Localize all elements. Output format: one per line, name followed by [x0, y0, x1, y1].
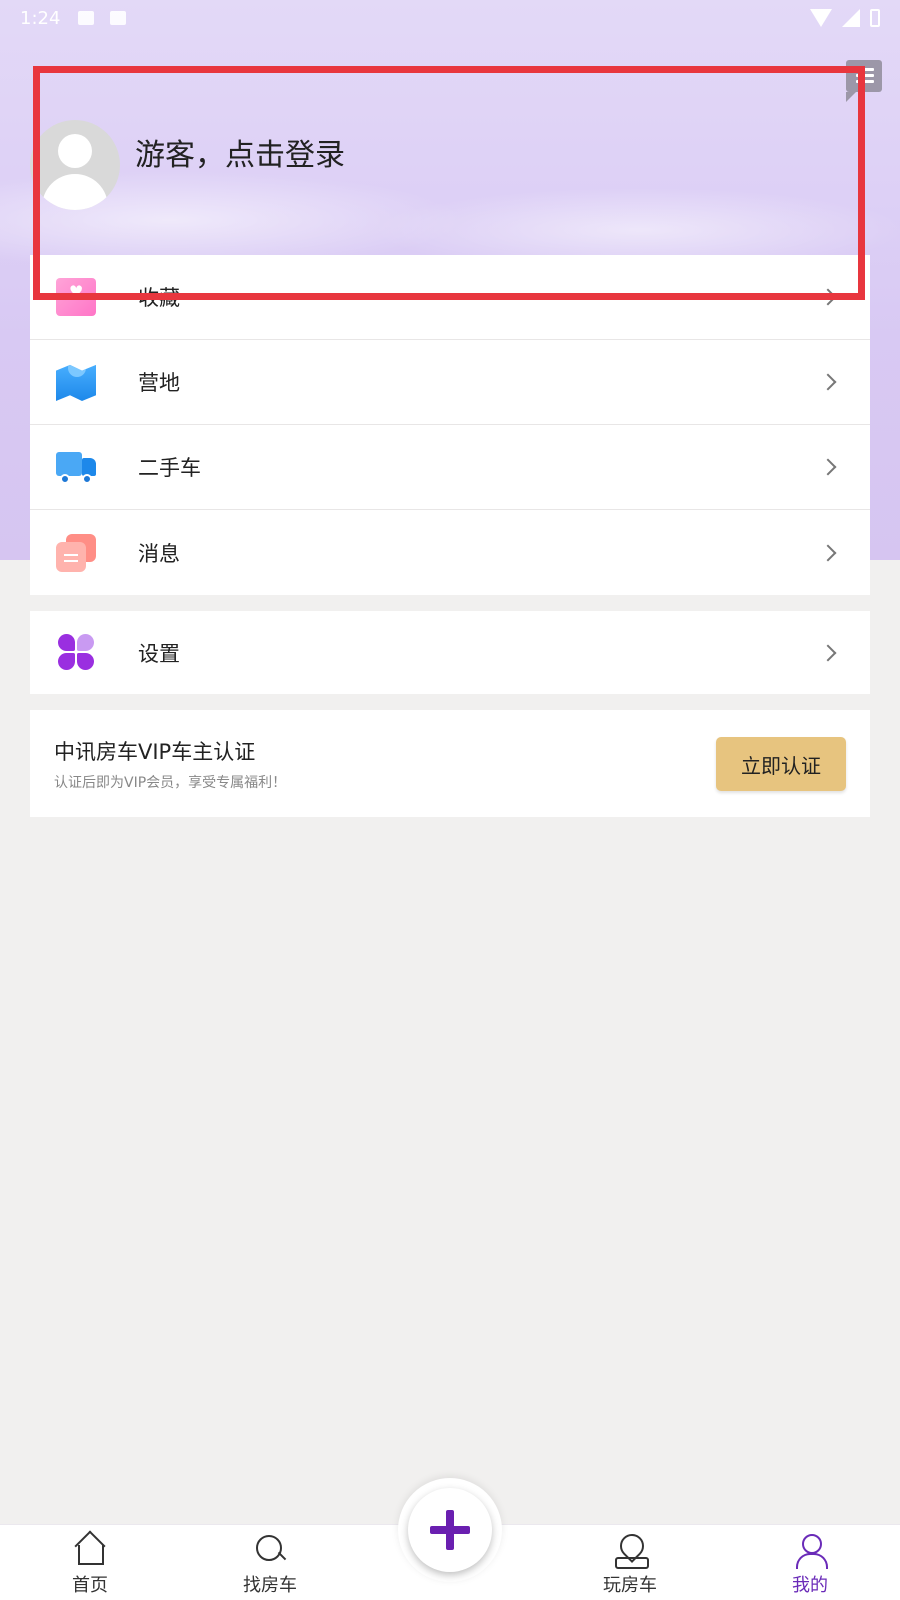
tab-find-rv[interactable]: 找房车 — [220, 1533, 320, 1597]
campsite-map-icon — [56, 364, 96, 401]
status-time: 1:24 — [20, 7, 61, 29]
signal-icon — [842, 9, 860, 27]
tab-play-rv[interactable]: 玩房车 — [580, 1533, 680, 1597]
wifi-icon — [810, 9, 832, 27]
chevron-right-icon — [819, 288, 837, 306]
add-button-container — [398, 1478, 502, 1582]
message-icon — [56, 533, 96, 572]
chevron-right-icon — [819, 373, 837, 391]
app-notification-icon — [110, 11, 127, 25]
login-prompt[interactable]: 游客，点击登录 — [135, 130, 345, 174]
menu-item-used-cars[interactable]: 二手车 — [30, 425, 870, 510]
menu-item-label: 设置 — [138, 641, 180, 666]
verify-now-button[interactable]: 立即认证 — [716, 737, 846, 791]
menu-item-favorites[interactable]: 收藏 — [30, 255, 870, 340]
chevron-right-icon — [819, 544, 837, 561]
tab-label: 玩房车 — [603, 1575, 657, 1596]
map-pin-icon — [613, 1533, 649, 1569]
vip-card: 中讯房车VIP车主认证 认证后即为VIP会员，享受专属福利！ 立即认证 — [30, 710, 870, 817]
message-center-icon[interactable] — [846, 60, 882, 102]
tab-home[interactable]: 首页 — [40, 1533, 140, 1597]
truck-icon — [56, 448, 96, 486]
chevron-right-icon — [819, 458, 837, 476]
settings-card: 设置 — [30, 611, 870, 694]
status-bar: 1:24 — [0, 0, 900, 36]
menu-card: 收藏 营地 二手车 消息 — [30, 255, 870, 595]
tab-label: 找房车 — [243, 1575, 297, 1596]
tab-me[interactable]: 我的 — [760, 1533, 860, 1597]
favorite-heart-icon — [56, 278, 96, 316]
menu-item-campsite[interactable]: 营地 — [30, 340, 870, 425]
menu-item-label: 消息 — [138, 541, 180, 566]
add-button[interactable] — [408, 1488, 492, 1572]
menu-item-label: 二手车 — [138, 456, 201, 480]
menu-item-messages[interactable]: 消息 — [30, 510, 870, 595]
search-icon — [253, 1533, 287, 1567]
image-notification-icon — [78, 11, 95, 25]
battery-icon — [870, 9, 880, 27]
avatar[interactable] — [30, 120, 120, 210]
user-icon — [793, 1533, 828, 1569]
menu-item-settings[interactable]: 设置 — [30, 611, 870, 694]
home-icon — [73, 1533, 107, 1567]
settings-clover-icon — [56, 633, 96, 672]
vip-title: 中讯房车VIP车主认证 — [54, 740, 256, 764]
chevron-right-icon — [819, 644, 837, 661]
menu-item-label: 营地 — [138, 371, 180, 395]
tab-label: 我的 — [792, 1575, 828, 1596]
menu-item-label: 收藏 — [138, 286, 180, 310]
vip-subtitle: 认证后即为VIP会员，享受专属福利！ — [54, 775, 287, 791]
tab-label: 首页 — [72, 1575, 108, 1596]
